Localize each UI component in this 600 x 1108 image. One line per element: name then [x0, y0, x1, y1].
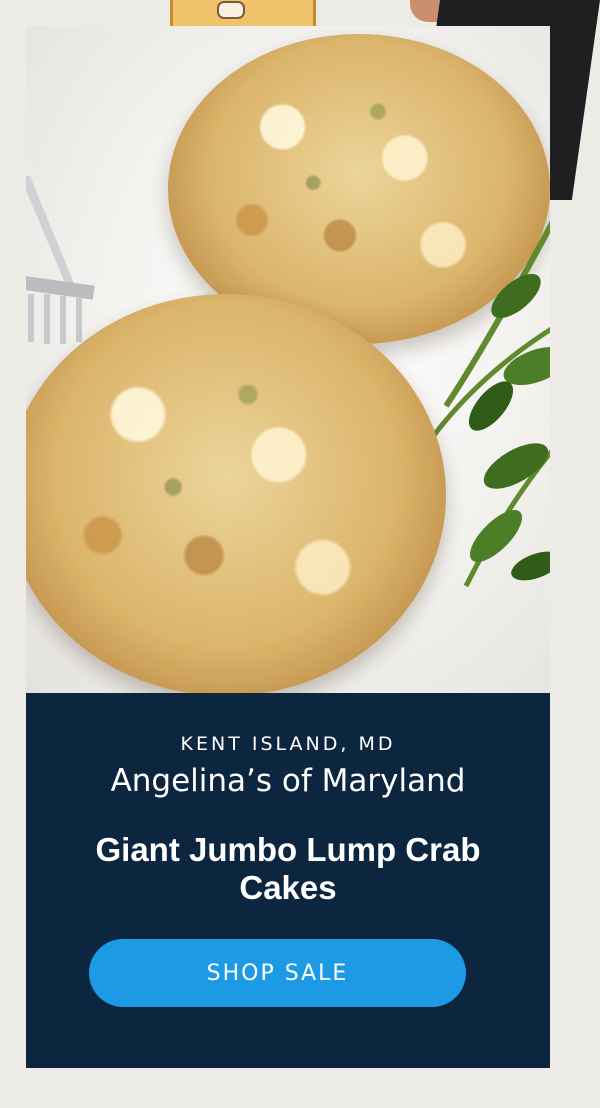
neighbor-product-peek — [170, 0, 316, 26]
vendor-location: KENT ISLAND, MD — [180, 733, 396, 755]
vendor-name: Angelina’s of Maryland — [110, 763, 466, 799]
promo-card[interactable]: KENT ISLAND, MD Angelina’s of Maryland G… — [26, 26, 550, 1068]
fork-icon — [26, 176, 95, 344]
product-title: Giant Jumbo Lump Crab Cakes — [95, 831, 481, 906]
shop-sale-button[interactable]: SHOP SALE — [89, 939, 466, 1007]
crab-cakes-photo[interactable] — [26, 26, 550, 693]
crab-cake-front — [26, 294, 446, 693]
promo-text-area: KENT ISLAND, MD Angelina’s of Maryland G… — [26, 693, 550, 1068]
shop-sale-label: SHOP SALE — [206, 960, 349, 986]
